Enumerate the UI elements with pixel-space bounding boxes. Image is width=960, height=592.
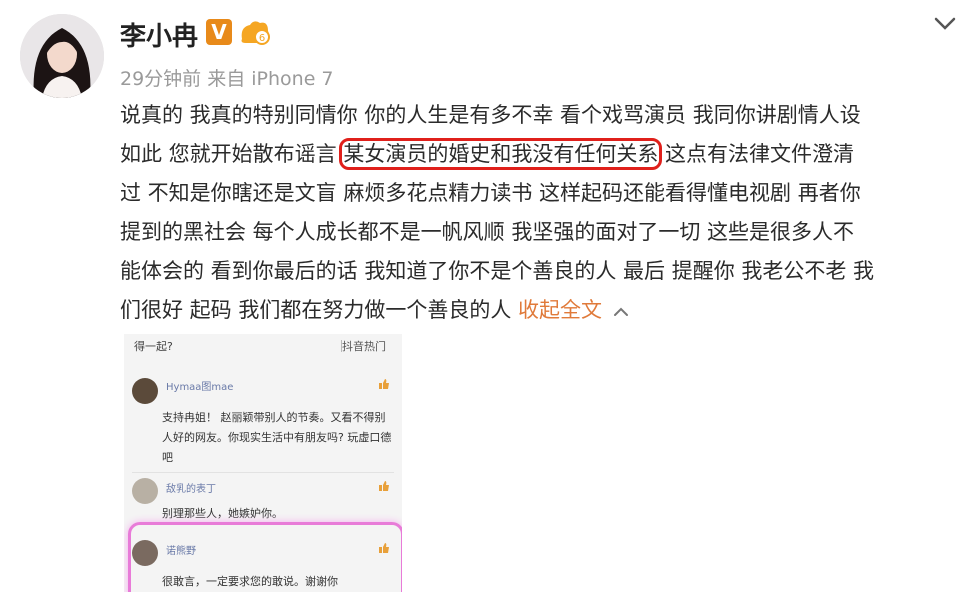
post-line: 说真的 我真的特别同情你 你的人生是有多不幸 看个戏骂演员 我同你讲剧情人设 bbox=[120, 103, 861, 127]
commenter-name: 敌乳的表丁 bbox=[166, 484, 216, 495]
post-line: 过 不知是你瞎还是文盲 麻烦多花点精力读书 这样起码还能看得懂电视剧 再者你 bbox=[120, 181, 861, 205]
post-line: 提到的黑社会 每个人成长都不是一帆风顺 我坚强的面对了一切 这些是很多人不 bbox=[120, 220, 855, 244]
commenter-avatar bbox=[132, 478, 158, 504]
chevron-up-icon[interactable] bbox=[612, 292, 630, 331]
divider bbox=[132, 472, 394, 473]
username[interactable]: 李小冉 bbox=[120, 16, 198, 53]
commenter-name: Hymaa图mae bbox=[166, 382, 234, 393]
verified-badge: V bbox=[206, 19, 232, 45]
weibo-level-badge-icon: 6 bbox=[238, 17, 272, 47]
post-line-highlighted: 如此 您就开始散布谣言 某女演员的婚史和我没有任何关系 这点有法律文件澄清 bbox=[120, 135, 948, 174]
highlighted-text: 某女演员的婚史和我没有任何关系 bbox=[339, 138, 663, 170]
highlight-box bbox=[128, 522, 402, 592]
post-meta: 29分钟前 来自 iPhone 7 bbox=[120, 68, 334, 90]
post-body: 说真的 我真的特别同情你 你的人生是有多不幸 看个戏骂演员 我同你讲剧情人设 如… bbox=[120, 96, 948, 330]
embedded-screenshot[interactable]: 得一起? 抖音热门 Hymaa图mae 支持冉姐！ 赵丽颖带别人的节奏。又看不得… bbox=[124, 334, 402, 592]
like-icon bbox=[379, 379, 389, 389]
comment-text: 支持冉姐！ 赵丽颖带别人的节奏。又看不得别人好的网友。你现实生活中有朋友吗? 玩… bbox=[162, 411, 392, 464]
screenshot-topbar: 得一起? 抖音热门 bbox=[134, 338, 392, 354]
comment-text: 别理那些人，她嫉妒你。 bbox=[162, 507, 283, 520]
like-icon bbox=[379, 481, 389, 491]
post-line-last: 们很好 起码 我们都在努力做一个善良的人 收起全文 bbox=[120, 291, 948, 330]
more-options-chevron-icon[interactable] bbox=[930, 12, 960, 36]
post-text-fragment: 这点有法律文件澄清 bbox=[658, 142, 855, 166]
post-text-fragment: 们很好 起码 我们都在努力做一个善良的人 bbox=[120, 298, 519, 322]
commenter-avatar bbox=[132, 378, 158, 404]
avatar-photo bbox=[20, 14, 104, 98]
screenshot-top-text: 得一起? bbox=[134, 340, 173, 353]
user-avatar[interactable] bbox=[20, 14, 104, 98]
post-line: 能体会的 看到你最后的话 我知道了你不是个善良的人 最后 提醒你 我老公不老 我 bbox=[120, 259, 875, 283]
screenshot-top-right: 抖音热门 bbox=[342, 340, 386, 353]
svg-text:6: 6 bbox=[259, 33, 265, 44]
post-text-fragment: 如此 您就开始散布谣言 bbox=[120, 142, 344, 166]
collapse-text-link[interactable]: 收起全文 bbox=[518, 298, 602, 322]
